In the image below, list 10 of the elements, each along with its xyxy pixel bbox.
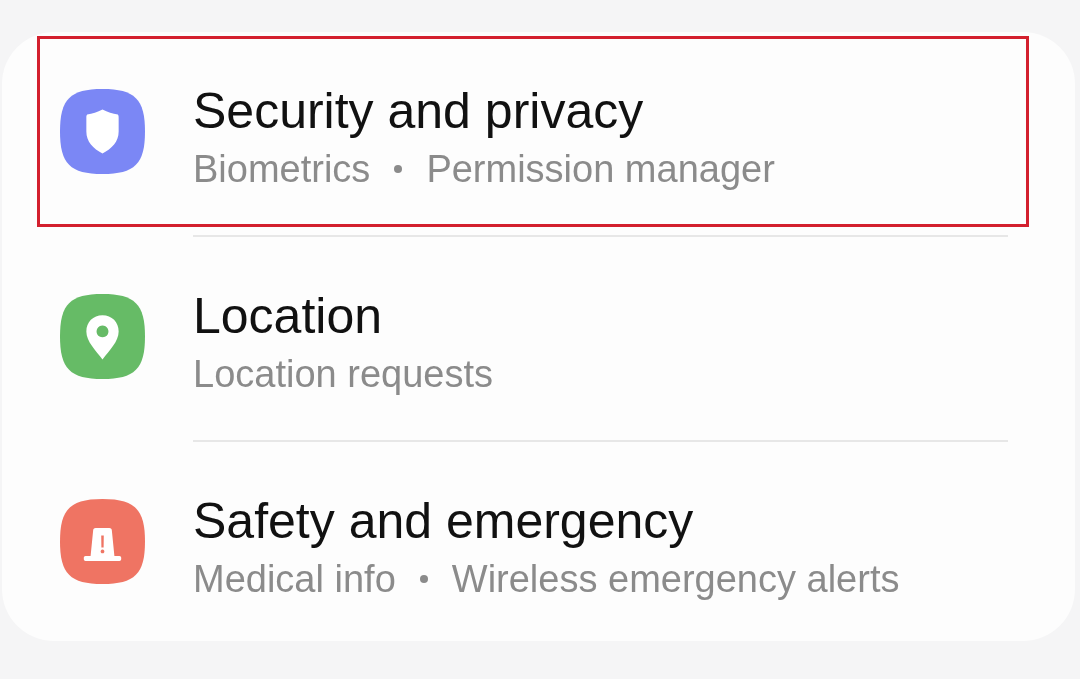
separator-dot-icon (394, 165, 403, 173)
setting-summary: Permission manager (426, 147, 775, 192)
setting-summary: Biometrics (193, 147, 371, 192)
setting-title[interactable]: Safety and emergency (193, 491, 694, 551)
setting-summary: Location requests (193, 352, 493, 397)
separator-dot-icon (419, 575, 428, 583)
setting-summary: Wireless emergency alerts (451, 557, 900, 602)
setting-summary: Medical info (193, 557, 396, 602)
setting-title[interactable]: Location (193, 286, 383, 346)
setting-title[interactable]: Security and privacy (193, 81, 644, 141)
